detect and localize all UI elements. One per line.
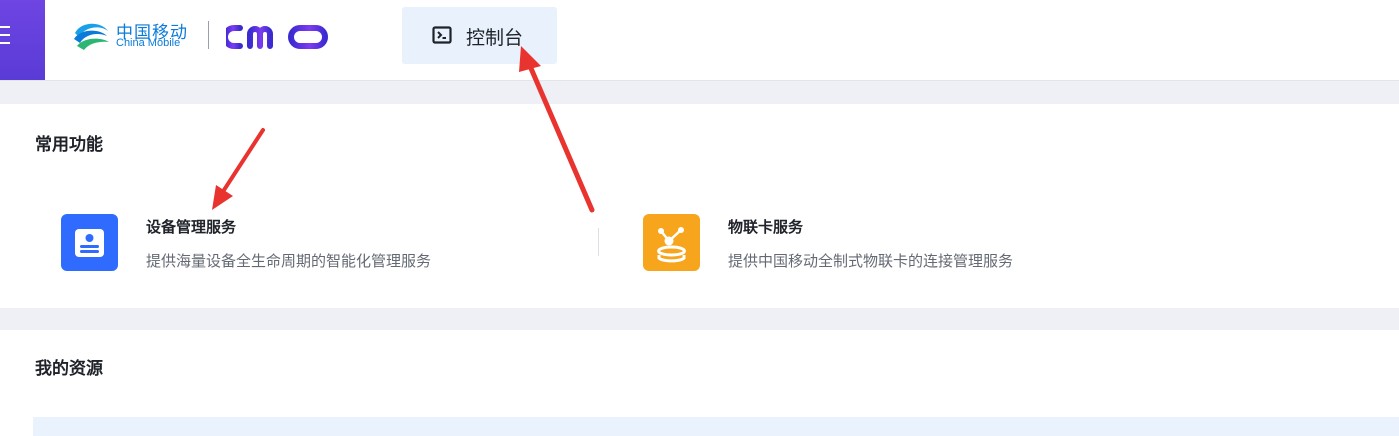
resource-panel <box>33 417 1399 436</box>
service-name: 设备管理服务 <box>146 218 237 236</box>
tab-console[interactable]: 控制台 <box>402 7 557 64</box>
logo-divider <box>208 21 209 49</box>
top-header: 中国移动 China Mobile 控制台 <box>0 0 1399 81</box>
china-mobile-swirl-icon <box>74 23 109 50</box>
service-divider <box>598 228 599 256</box>
my-resources-card: 我的资源 <box>0 330 1399 436</box>
tab-console-label: 控制台 <box>466 27 524 49</box>
common-functions-card: 常用功能 设备管理服务 提供海量设备全生命周期的智能化管理服务 物联卡服务 提供… <box>0 104 1399 308</box>
iot-card-icon <box>643 214 700 271</box>
section-title-my-resources: 我的资源 <box>35 359 103 379</box>
menu-button[interactable] <box>0 0 45 80</box>
brand-name-en: China Mobile <box>116 37 181 49</box>
cmiot-logo[interactable] <box>226 25 374 49</box>
service-desc: 提供海量设备全生命周期的智能化管理服务 <box>146 252 432 270</box>
china-mobile-logo[interactable]: 中国移动 China Mobile <box>71 17 195 55</box>
service-iot-card[interactable]: 物联卡服务 提供中国移动全制式物联卡的连接管理服务 <box>643 214 1103 274</box>
device-management-icon <box>61 214 118 271</box>
section-title-common-functions: 常用功能 <box>35 135 103 155</box>
hamburger-icon <box>0 26 10 46</box>
service-device-management[interactable]: 设备管理服务 提供海量设备全生命周期的智能化管理服务 <box>61 214 521 274</box>
terminal-icon <box>432 26 452 44</box>
service-desc: 提供中国移动全制式物联卡的连接管理服务 <box>728 252 1014 270</box>
service-name: 物联卡服务 <box>728 218 804 236</box>
